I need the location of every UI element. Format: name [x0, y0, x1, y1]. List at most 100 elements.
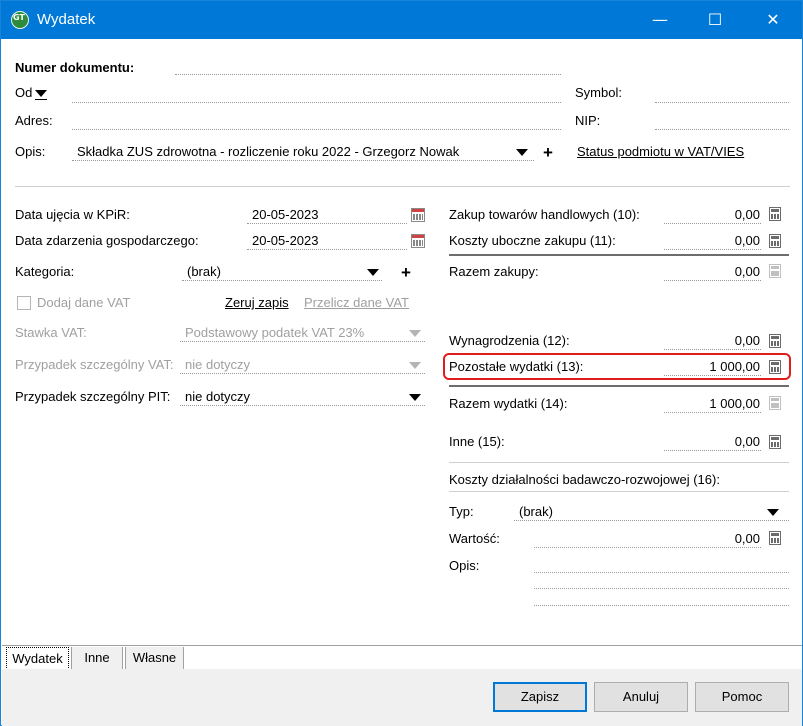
opis-input-line [72, 160, 534, 161]
koszty-uboczne-input [664, 249, 761, 250]
calendar-icon[interactable] [411, 234, 425, 248]
calendar-icon[interactable] [411, 208, 425, 222]
kategoria-add-icon[interactable]: + [401, 264, 411, 281]
data-ujecia-label: Data ujęcia w KPiR: [15, 207, 130, 222]
sum-separator [449, 254, 789, 256]
przypadek-vat-label: Przypadek szczególny VAT: [15, 357, 174, 372]
koszty-uboczne-label: Koszty uboczne zakupu (11): [449, 233, 616, 248]
br-opis-line[interactable] [534, 605, 789, 606]
calculator-icon [769, 264, 781, 278]
opis-value[interactable]: Składka ZUS zdrowotna - rozliczenie roku… [77, 144, 459, 159]
przypadek-pit-dropdown-icon[interactable] [409, 394, 421, 401]
opis-dropdown-icon[interactable] [516, 149, 528, 156]
przelicz-vat-link[interactable]: Przelicz dane VAT [304, 295, 409, 310]
data-ujecia-input [247, 223, 407, 224]
tab-wydatek[interactable]: Wydatek [6, 647, 69, 670]
pozostale-wydatki-value[interactable]: 1 000,00 [664, 359, 760, 374]
numer-dokumentu-input[interactable] [175, 74, 561, 75]
br-opis-line[interactable] [534, 572, 789, 573]
calculator-icon[interactable] [769, 234, 781, 248]
sum-separator [449, 385, 789, 387]
header-separator [15, 186, 790, 187]
anuluj-button[interactable]: Anuluj [594, 682, 688, 712]
razem-zakupy-value: 0,00 [734, 264, 760, 279]
title-bar[interactable]: GT Wydatek — ☐ ✕ [1, 1, 802, 39]
razem-zakupy-label: Razem zakupy: [449, 264, 539, 279]
kategoria-label: Kategoria: [15, 264, 75, 279]
numer-dokumentu-label: Numer dokumentu: [15, 60, 135, 75]
przypadek-vat-dropdown-icon[interactable] [409, 362, 421, 369]
zapisz-button[interactable]: Zapisz [493, 682, 587, 712]
nip-input[interactable] [655, 129, 789, 130]
button-bar: Zapisz Anuluj Pomoc [2, 669, 802, 726]
status-vat-vies-link[interactable]: Status podmiotu w VAT/VIES [577, 144, 744, 159]
br-opis-label: Opis: [449, 558, 480, 573]
nip-label: NIP: [575, 113, 601, 128]
wynagrodzenia-value[interactable]: 0,00 [664, 333, 760, 348]
section-separator [449, 491, 789, 492]
przypadek-pit-value[interactable]: nie dotyczy [185, 389, 250, 404]
przypadek-vat-value[interactable]: nie dotyczy [185, 357, 250, 372]
tab-bar: Wydatek Inne Własne [2, 645, 802, 670]
tab-wlasne[interactable]: Własne [125, 647, 184, 670]
od-input[interactable] [72, 102, 561, 103]
wartosc-value[interactable]: 0,00 [664, 531, 760, 546]
koszty-br-label: Koszty działalności badawczo-rozwojowej … [449, 472, 720, 487]
pozostale-wydatki-label: Pozostałe wydatki (13): [449, 359, 584, 374]
opis-label: Opis: [15, 144, 46, 159]
data-zdarzenia-input [247, 249, 407, 250]
przypadek-pit-input-line [180, 405, 425, 406]
kategoria-value[interactable]: (brak) [187, 264, 221, 279]
data-zdarzenia-value[interactable]: 20-05-2023 [252, 233, 319, 248]
section-separator [449, 462, 789, 463]
stawka-vat-input-line [180, 341, 425, 342]
inne-value[interactable]: 0,00 [664, 434, 760, 449]
koszty-uboczne-value[interactable]: 0,00 [664, 233, 760, 248]
maximize-button[interactable]: ☐ [689, 1, 741, 39]
dodaj-vat-checkbox[interactable] [17, 296, 31, 310]
app-logo-icon: GT [11, 11, 29, 29]
zakup-towarow-value[interactable]: 0,00 [664, 207, 760, 222]
br-opis-line[interactable] [534, 588, 789, 589]
zakup-towarow-input [664, 223, 761, 224]
form-content: Numer dokumentu: Od Symbol: Adres: NIP: … [2, 39, 802, 645]
adres-label: Adres: [15, 113, 53, 128]
adres-input[interactable] [72, 129, 561, 130]
window-title: Wydatek [37, 11, 96, 28]
calculator-icon[interactable] [769, 334, 781, 348]
inne-label: Inne (15): [449, 434, 505, 449]
zeruj-zapis-link[interactable]: Zeruj zapis [225, 295, 289, 310]
wartosc-input [534, 547, 761, 548]
close-button[interactable]: ✕ [747, 1, 799, 39]
typ-label: Typ: [449, 504, 474, 519]
calculator-icon[interactable] [769, 435, 781, 449]
tab-inne[interactable]: Inne [71, 647, 123, 670]
opis-add-icon[interactable]: + [543, 144, 553, 161]
data-ujecia-value[interactable]: 20-05-2023 [252, 207, 319, 222]
pozostale-wydatki-input [664, 375, 761, 376]
razem-zakupy-input [664, 280, 761, 281]
calculator-icon[interactable] [769, 207, 781, 221]
typ-dropdown-icon[interactable] [767, 509, 779, 516]
przypadek-pit-label: Przypadek szczególny PIT: [15, 389, 171, 404]
minimize-button[interactable]: — [634, 1, 686, 39]
zakup-towarow-label: Zakup towarów handlowych (10): [449, 207, 640, 222]
od-underline [35, 99, 47, 100]
razem-wydatki-label: Razem wydatki (14): [449, 396, 568, 411]
calculator-icon[interactable] [769, 531, 781, 545]
typ-input-line [514, 520, 789, 521]
od-dropdown-icon[interactable] [35, 90, 47, 97]
kategoria-dropdown-icon[interactable] [367, 269, 379, 276]
stawka-vat-value[interactable]: Podstawowy podatek VAT 23% [185, 325, 364, 340]
pomoc-button[interactable]: Pomoc [695, 682, 789, 712]
razem-wydatki-input [664, 412, 761, 413]
od-label: Od [15, 85, 33, 100]
typ-value[interactable]: (brak) [519, 504, 553, 519]
symbol-label: Symbol: [575, 85, 622, 100]
kategoria-input-line [182, 280, 382, 281]
dodaj-vat-label: Dodaj dane VAT [37, 295, 131, 310]
symbol-input[interactable] [655, 102, 789, 103]
wynagrodzenia-label: Wynagrodzenia (12): [449, 333, 570, 348]
stawka-vat-dropdown-icon[interactable] [409, 330, 421, 337]
calculator-icon[interactable] [769, 360, 781, 374]
